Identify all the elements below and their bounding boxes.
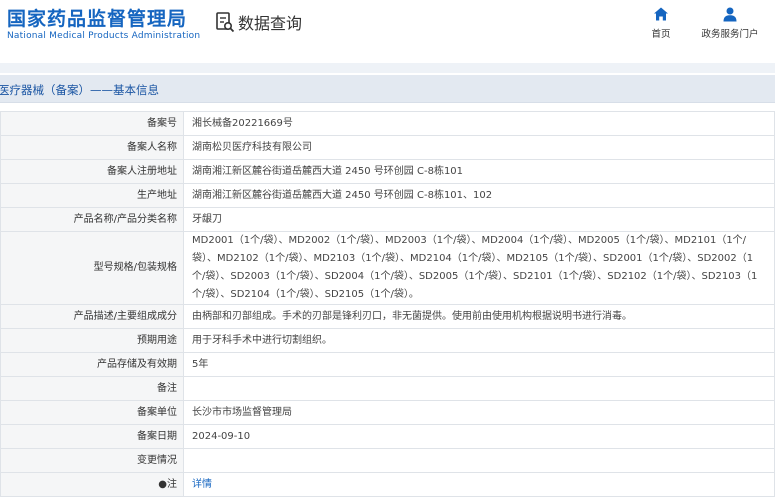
table-row: 产品描述/主要组成成分 由柄部和刃部组成。手术的刃部是锋利刃口，非无菌提供。使用… [0,304,775,329]
record-info-table: 备案号 湘长械备20221669号 备案人名称 湖南松贝医疗科技有限公司 备案人… [0,111,775,497]
table-row: 备案单位 长沙市市场监督管理局 [0,400,775,425]
field-value [183,376,775,401]
table-row: 生产地址 湖南湘江新区麓谷街道岳麓西大道 2450 号环创园 C-8栋101、1… [0,183,775,208]
field-value: 湖南湘江新区麓谷街道岳麓西大道 2450 号环创园 C-8栋101、102 [183,183,775,208]
field-label: 备案人注册地址 [0,159,184,184]
table-row: 预期用途 用于牙科手术中进行切割组织。 [0,328,775,353]
nav-home-label: 首页 [651,29,671,40]
field-label: 产品存储及有效期 [0,352,184,377]
field-value: 牙龈刀 [183,207,775,232]
field-label: 备案单位 [0,400,184,425]
nav-services-portal[interactable]: 政务服务门户 [698,6,762,40]
section-title: 医疗器械（备案）——基本信息 [0,83,159,97]
nav-services-label: 政务服务门户 [701,29,759,40]
field-value: 2024-09-10 [183,424,775,449]
field-label: 生产地址 [0,183,184,208]
data-query-icon [216,12,235,33]
field-label: 备注 [0,376,184,401]
header-divider [0,63,775,73]
details-link[interactable]: 详情 [192,479,212,490]
section-title-bar: 医疗器械（备案）——基本信息 [0,75,775,103]
field-label: 备案日期 [0,424,184,449]
field-label: 备案人名称 [0,135,184,160]
table-row: 产品名称/产品分类名称 牙龈刀 [0,207,775,232]
field-label: 预期用途 [0,328,184,353]
table-row: 型号规格/包装规格 MD2001（1个/袋）、MD2002（1个/袋）、MD20… [0,231,775,305]
field-value-cell: 详情 [183,472,775,497]
field-label: 产品名称/产品分类名称 [0,207,184,232]
nav-home[interactable]: 首页 [646,6,676,40]
data-query-heading: 数据查询 [215,10,302,34]
table-row: 备案日期 2024-09-10 [0,424,775,449]
field-label: 型号规格/包装规格 [0,231,184,305]
field-label: ●注 [0,472,184,497]
field-value: 由柄部和刃部组成。手术的刃部是锋利刃口，非无菌提供。使用前由使用机构根据说明书进… [183,304,775,329]
data-query-title: 数据查询 [238,14,303,33]
agency-name-cn[interactable]: 国家药品监督管理局 [7,4,187,31]
table-row: 变更情况 [0,448,775,473]
table-row: 产品存储及有效期 5年 [0,352,775,377]
field-value: 湖南松贝医疗科技有限公司 [183,135,775,160]
table-row: 备案人名称 湖南松贝医疗科技有限公司 [0,135,775,160]
field-value: 长沙市市场监督管理局 [183,400,775,425]
user-icon [723,7,737,22]
field-value: 用于牙科手术中进行切割组织。 [183,328,775,353]
site-header: 国家药品监督管理局 National Medical Products Admi… [0,0,775,57]
field-label: 产品描述/主要组成成分 [0,304,184,329]
field-value: 湘长械备20221669号 [183,111,775,136]
field-label: 备案号 [0,111,184,136]
table-row: 备案人注册地址 湖南湘江新区麓谷街道岳麓西大道 2450 号环创园 C-8栋10… [0,159,775,184]
field-value [183,448,775,473]
field-value: 湖南湘江新区麓谷街道岳麓西大道 2450 号环创园 C-8栋101 [183,159,775,184]
home-icon [654,7,668,21]
table-row: 备注 [0,376,775,401]
field-label: 变更情况 [0,448,184,473]
table-row: ●注 详情 [0,472,775,497]
field-value: MD2001（1个/袋）、MD2002（1个/袋）、MD2003（1个/袋）、M… [183,231,775,305]
agency-name-en[interactable]: National Medical Products Administration [7,31,200,41]
field-value: 5年 [183,352,775,377]
table-row: 备案号 湘长械备20221669号 [0,111,775,136]
